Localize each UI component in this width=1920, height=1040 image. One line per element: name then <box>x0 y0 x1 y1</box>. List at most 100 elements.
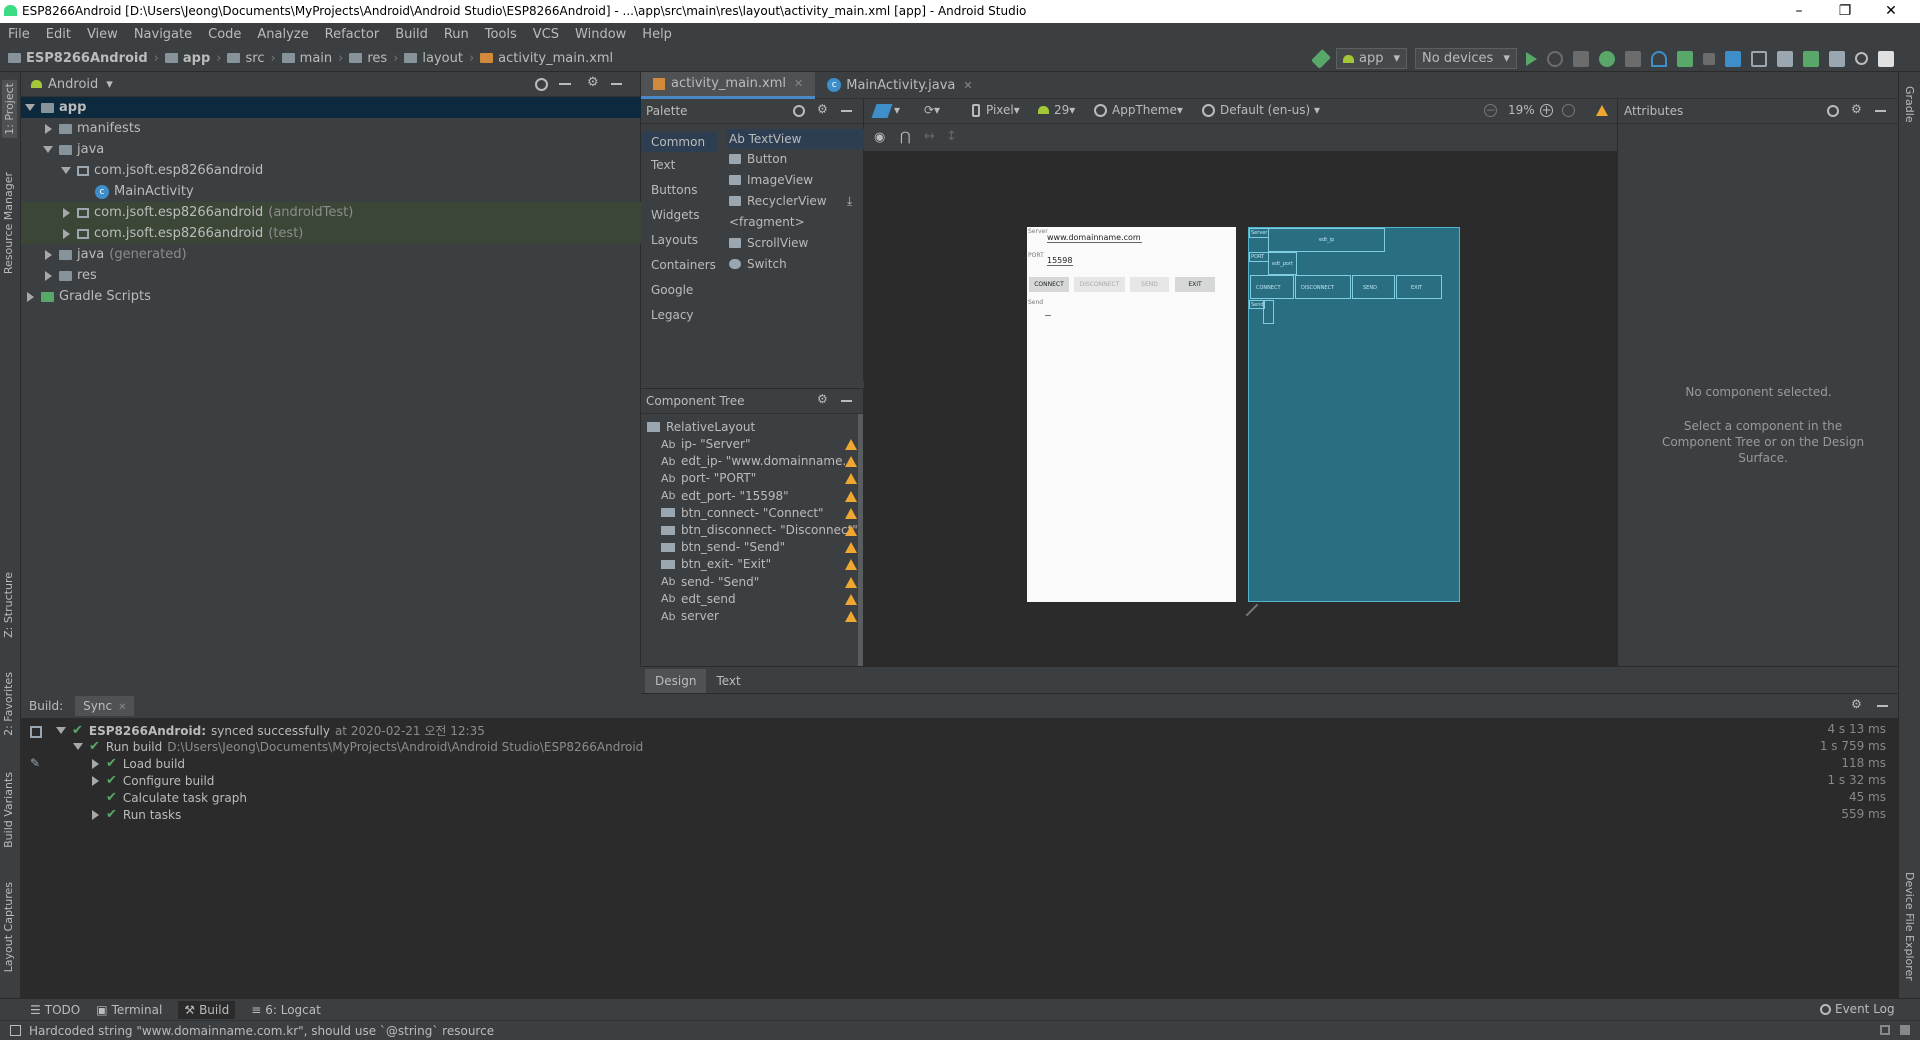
tab-device-file-explorer[interactable]: Device File Explorer <box>1903 872 1916 981</box>
menu-window[interactable]: Window <box>575 27 626 42</box>
scrollbar[interactable] <box>858 414 863 667</box>
warning-icon[interactable] <box>845 507 857 519</box>
coverage-icon[interactable] <box>1624 50 1641 67</box>
tab-todo[interactable]: ☰ TODO <box>30 1003 80 1017</box>
palette-item-switch[interactable]: Switch <box>729 257 787 271</box>
pin-icon[interactable]: ✎ <box>30 756 40 770</box>
tab-mainactivity-java[interactable]: c MainActivity.java ✕ <box>815 72 984 99</box>
sync-gradle-icon[interactable] <box>1724 50 1741 67</box>
chevron-down-icon[interactable] <box>56 727 66 734</box>
component-tree-item[interactable]: Ab send- "Send" <box>661 575 759 589</box>
chevron-down-icon[interactable] <box>25 104 35 111</box>
stop-icon[interactable] <box>1702 52 1715 65</box>
palette-item-button[interactable]: Button <box>729 152 787 166</box>
warning-icon[interactable] <box>845 473 857 485</box>
event-log-button[interactable]: Event Log <box>1820 1002 1895 1016</box>
close-tab-icon[interactable]: ✕ <box>963 79 972 92</box>
hammer-build-icon[interactable] <box>1311 48 1331 69</box>
warning-icon[interactable] <box>845 542 857 554</box>
chevron-right-icon[interactable] <box>92 758 99 769</box>
project-tree-item[interactable]: c MainActivity <box>21 181 641 202</box>
chevron-right-icon[interactable] <box>63 207 70 218</box>
maximize-button[interactable]: ❐ <box>1822 0 1868 23</box>
component-tree-item[interactable]: btn_disconnect- "Disconnect" <box>661 523 858 537</box>
project-tree-item[interactable]: com.jsoft.esp8266android (androidTest) <box>21 202 641 223</box>
project-structure-icon[interactable] <box>1750 50 1767 67</box>
build-line[interactable]: ✔ Configure build <box>90 773 214 788</box>
chevron-right-icon[interactable] <box>27 291 34 302</box>
component-tree-item[interactable]: Ab edt_ip- "www.domainname... <box>661 454 854 468</box>
warning-icon[interactable] <box>845 576 857 588</box>
warning-icon[interactable] <box>1596 105 1608 116</box>
apply-changes-icon[interactable] <box>1546 50 1563 67</box>
tab-build[interactable]: ⚒ Build <box>178 1000 236 1019</box>
preview-disconnect-button[interactable]: DISCONNECT <box>1074 277 1125 292</box>
tab-text[interactable]: Text <box>706 669 750 693</box>
palette-category-buttons[interactable]: Buttons <box>651 183 697 197</box>
project-tree-item[interactable]: manifests <box>21 118 641 139</box>
menu-view[interactable]: View <box>87 27 118 42</box>
warning-icon[interactable] <box>845 611 857 622</box>
tab-project[interactable]: 1: Project <box>2 80 17 138</box>
preview-exit-button[interactable]: EXIT <box>1175 277 1215 292</box>
component-tree-item[interactable]: Ab server <box>661 609 719 623</box>
project-tree-item[interactable]: java <box>21 139 641 160</box>
project-tree-item[interactable]: Gradle Scripts <box>21 286 641 307</box>
component-tree-item[interactable]: btn_send- "Send" <box>661 540 785 554</box>
sdk-manager-icon[interactable] <box>1802 50 1819 67</box>
tab-resource-manager[interactable]: Resource Manager <box>2 172 15 274</box>
close-tab-icon[interactable]: ✕ <box>118 702 126 713</box>
debug-icon[interactable] <box>1598 50 1615 67</box>
project-view-dropdown[interactable]: Android <box>48 77 98 92</box>
download-icon[interactable]: ⤓ <box>847 194 852 209</box>
locate-icon[interactable] <box>535 78 548 91</box>
hide-panel-icon[interactable] <box>1877 705 1888 707</box>
warning-icon[interactable] <box>845 525 857 536</box>
design-surface-icon[interactable] <box>871 104 893 118</box>
palette-category-layouts[interactable]: Layouts <box>651 233 698 247</box>
palette-category-widgets[interactable]: Widgets <box>651 208 700 222</box>
warning-icon[interactable] <box>845 593 857 605</box>
component-tree-item[interactable]: btn_connect- "Connect" <box>661 506 824 520</box>
blueprint-preview[interactable]: Server edt_ip PORT edt_port CONNECT DISC… <box>1248 227 1460 602</box>
menu-help[interactable]: Help <box>642 27 672 42</box>
project-tree-item[interactable]: java (generated) <box>21 244 641 265</box>
resize-handle-icon[interactable] <box>1245 603 1259 617</box>
attach-debugger-icon[interactable] <box>1676 50 1693 67</box>
build-line[interactable]: ✔ Calculate task graph <box>90 790 247 805</box>
component-tree-item[interactable]: Ab port- "PORT" <box>661 471 756 485</box>
tab-structure[interactable]: Z: Structure <box>2 572 15 638</box>
warning-icon[interactable] <box>845 456 857 468</box>
menu-run[interactable]: Run <box>444 27 469 42</box>
breadcrumb-layout[interactable]: layout › <box>404 51 474 66</box>
preview-connect-button[interactable]: CONNECT <box>1029 277 1069 292</box>
theme-dropdown[interactable]: AppTheme▾ <box>1112 103 1183 117</box>
warning-icon[interactable] <box>845 490 857 502</box>
menu-vcs[interactable]: VCS <box>533 27 559 42</box>
project-tree-item[interactable]: res <box>21 265 641 286</box>
build-line[interactable]: ✔ Run build D:\Users\Jeong\Documents\MyPro… <box>73 739 643 754</box>
breadcrumb-app[interactable]: app › <box>164 51 221 66</box>
chevron-right-icon[interactable] <box>92 809 99 820</box>
search-icon[interactable] <box>793 105 805 117</box>
chevron-right-icon[interactable] <box>45 123 52 134</box>
menu-edit[interactable]: Edit <box>46 27 71 42</box>
chevron-right-icon[interactable] <box>45 249 52 260</box>
tab-favorites[interactable]: 2: Favorites <box>2 672 15 736</box>
device-dropdown[interactable]: Pixel▾ <box>986 103 1020 117</box>
breadcrumb-file[interactable]: activity_main.xml <box>480 51 613 66</box>
palette-category-containers[interactable]: Containers <box>651 258 716 272</box>
apply-code-changes-icon[interactable] <box>1572 50 1589 67</box>
hide-panel-icon[interactable] <box>611 83 622 85</box>
component-tree-item[interactable]: btn_exit- "Exit" <box>661 557 771 571</box>
chevron-down-icon[interactable] <box>61 167 71 174</box>
palette-item-scrollview[interactable]: ScrollView <box>729 236 808 250</box>
component-tree-item[interactable]: Ab ip- "Server" <box>661 437 751 451</box>
minimize-button[interactable]: – <box>1776 0 1822 23</box>
build-line[interactable]: ✔ Load build <box>90 756 185 771</box>
zoom-out-icon[interactable]: − <box>1484 104 1497 117</box>
search-icon[interactable] <box>1827 105 1839 117</box>
menu-build[interactable]: Build <box>395 27 428 42</box>
sync-tab[interactable]: Sync ✕ <box>75 696 135 716</box>
palette-item-fragment[interactable]: <fragment> <box>729 215 805 229</box>
